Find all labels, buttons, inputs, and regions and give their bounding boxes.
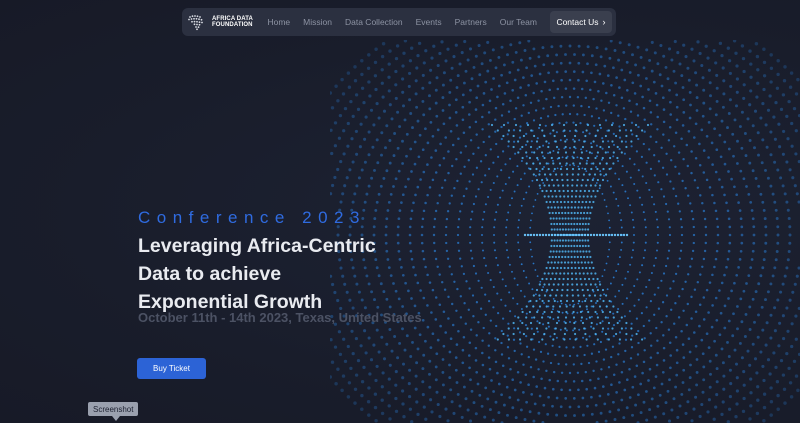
nav-link-partners[interactable]: Partners <box>455 17 487 27</box>
dot-wormhole-graphic <box>330 40 800 423</box>
nav-link-data-collection[interactable]: Data Collection <box>345 17 403 27</box>
landing-page: AFRICA DATA FOUNDATION Home Mission Data… <box>0 0 800 423</box>
hero-title-line-2: Data to achieve <box>138 263 282 285</box>
buy-ticket-button[interactable]: Buy Ticket <box>137 358 206 379</box>
brand-line-2: FOUNDATION <box>212 22 253 28</box>
top-navbar: AFRICA DATA FOUNDATION Home Mission Data… <box>182 8 616 36</box>
nav-link-events[interactable]: Events <box>416 17 442 27</box>
contact-us-button[interactable]: Contact Us › <box>549 11 612 33</box>
hero-kicker: Conference 2023 <box>138 208 366 227</box>
nav-link-mission[interactable]: Mission <box>303 17 332 27</box>
screenshot-tooltip: Screenshot <box>88 402 139 416</box>
nav-link-our-team[interactable]: Our Team <box>500 17 537 27</box>
hero-title-line-1: Leveraging Africa-Centric <box>138 235 376 257</box>
event-date-location: October 11th - 14th 2023, Texas, United … <box>138 310 422 325</box>
chevron-right-icon: › <box>602 17 606 27</box>
africa-map-logo-icon <box>188 15 203 31</box>
hero-title: Leveraging Africa-Centric Data to achiev… <box>138 232 376 316</box>
contact-us-label: Contact Us <box>556 17 599 27</box>
brand-name: AFRICA DATA FOUNDATION <box>212 16 253 28</box>
nav-link-home[interactable]: Home <box>267 17 290 27</box>
brand-logo[interactable]: AFRICA DATA FOUNDATION <box>186 10 257 34</box>
nav-links: Home Mission Data Collection Events Part… <box>267 17 549 27</box>
tooltip-arrow <box>112 416 120 421</box>
